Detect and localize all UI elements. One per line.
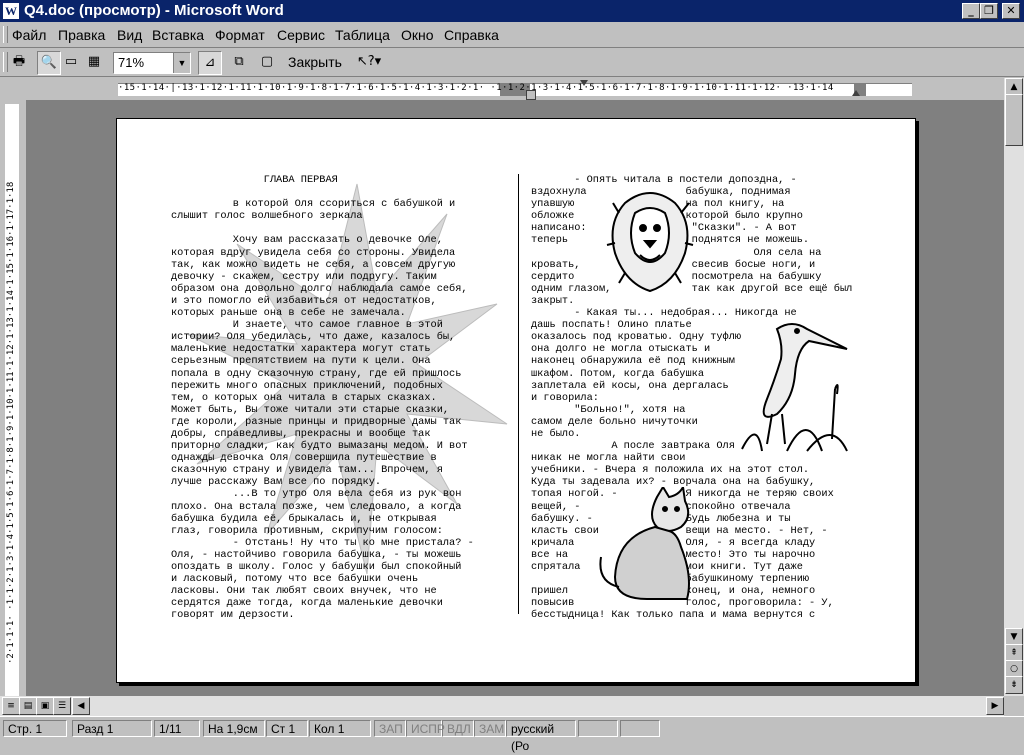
status-line[interactable]: Ст 1: [266, 720, 308, 737]
status-page[interactable]: Стр. 1: [3, 720, 67, 737]
vruler-numbers: ·2·1·1·1· ·1·1·2·1·3·1·4·1·5·1·6·1·7·1·8…: [6, 181, 16, 664]
menu-bar: Файл Правка Вид Вставка Формат Сервис Та…: [0, 22, 1024, 48]
status-position[interactable]: На 1,9см: [203, 720, 265, 737]
zoom-select[interactable]: 71% ▼: [113, 52, 191, 74]
full-screen-icon[interactable]: ▢: [256, 51, 278, 73]
status-record[interactable]: ЗАП: [374, 720, 406, 737]
preview-page[interactable]: ГЛАВА ПЕРВАЯ в которой Оля ссориться с б…: [116, 118, 916, 683]
status-extra: [620, 720, 660, 737]
horizontal-ruler[interactable]: ·15·1·14·|·13·1·12·1·11·1·10·1·9·1·8·1·7…: [118, 83, 912, 96]
menu-file[interactable]: Файл: [12, 27, 46, 43]
close-preview-button[interactable]: Закрыть: [284, 52, 346, 72]
vertical-scrollbar[interactable]: ▲ ▼ ⇞ ○ ⇟: [1004, 78, 1024, 696]
title-bar: W Q4.doc (просмотр) - Microsoft Word _ ❐…: [0, 0, 1024, 22]
indent-marker[interactable]: [526, 90, 536, 100]
menu-help[interactable]: Справка: [444, 27, 499, 43]
status-language[interactable]: русский (Ро: [506, 720, 576, 753]
menu-window[interactable]: Окно: [401, 27, 434, 43]
left-column-text: ГЛАВА ПЕРВАЯ в которой Оля ссориться с б…: [171, 174, 474, 622]
menu-edit[interactable]: Правка: [58, 27, 105, 43]
first-line-indent-marker[interactable]: [580, 80, 588, 86]
ruler-numbers: ·15·1·14·|·13·1·12·1·11·1·10·1·9·1·8·1·7…: [118, 83, 834, 93]
minimize-button[interactable]: _: [962, 3, 980, 19]
horizontal-ruler-area: ·15·1·14·|·13·1·12·1·11·1·10·1·9·1·8·1·7…: [0, 78, 1004, 100]
scroll-left-icon[interactable]: ◀: [72, 697, 90, 715]
multiple-pages-icon[interactable]: ▦: [83, 51, 105, 73]
status-extend[interactable]: ВДЛ: [442, 720, 474, 737]
menu-format[interactable]: Формат: [215, 27, 265, 43]
normal-view-icon[interactable]: ≡: [2, 697, 20, 715]
status-track-changes[interactable]: ИСПР: [406, 720, 445, 737]
status-page-count[interactable]: 1/11: [154, 720, 200, 737]
menu-grip[interactable]: [3, 26, 8, 43]
vertical-ruler[interactable]: ·2·1·1·1· ·1·1·2·1·3·1·4·1·5·1·6·1·7·1·8…: [5, 104, 19, 704]
view-ruler-icon[interactable]: ⊿: [198, 51, 222, 75]
scroll-right-icon[interactable]: ▶: [986, 697, 1004, 715]
menu-view[interactable]: Вид: [117, 27, 142, 43]
next-page-icon[interactable]: ⇟: [1005, 676, 1023, 694]
print-icon[interactable]: 🖶: [8, 51, 30, 73]
status-column[interactable]: Кол 1: [309, 720, 371, 737]
scroll-thumb[interactable]: [1005, 94, 1023, 146]
heron-illustration: [741, 323, 848, 452]
magnifier-icon[interactable]: 🔍: [37, 51, 61, 75]
status-section[interactable]: Разд 1: [72, 720, 152, 737]
lion-illustration: [606, 192, 694, 293]
menu-table[interactable]: Таблица: [335, 27, 390, 43]
one-page-icon[interactable]: ▭: [60, 51, 82, 73]
chevron-down-icon[interactable]: ▼: [173, 53, 190, 73]
cat-illustration: [599, 487, 690, 600]
column-divider: [518, 174, 519, 614]
menu-insert[interactable]: Вставка: [152, 27, 204, 43]
horizontal-scrollbar[interactable]: ≡ ▤ ▣ ☰ ◀ ▶: [0, 696, 1004, 716]
status-spelling[interactable]: [578, 720, 618, 737]
print-preview-toolbar: 🖶 🔍 ▭ ▦ 71% ▼ ⊿ ⧉ ▢ Закрыть ↖?▾: [0, 48, 1024, 77]
close-window-button[interactable]: ✕: [1002, 3, 1020, 19]
shrink-to-fit-icon[interactable]: ⧉: [228, 51, 250, 73]
zoom-value: 71%: [118, 55, 145, 70]
status-bar: Стр. 1 Разд 1 1/11 На 1,9см Ст 1 Кол 1 З…: [0, 716, 1024, 753]
status-overtype[interactable]: ЗАМ: [474, 720, 506, 737]
right-indent-marker[interactable]: [852, 90, 860, 96]
print-layout-icon[interactable]: ▣: [36, 697, 54, 715]
web-layout-icon[interactable]: ▤: [19, 697, 37, 715]
window-title: Q4.doc (просмотр) - Microsoft Word: [24, 2, 284, 19]
outline-view-icon[interactable]: ☰: [53, 697, 71, 715]
context-help-icon[interactable]: ↖?▾: [354, 51, 384, 73]
word-app-icon[interactable]: W: [3, 3, 19, 19]
restore-button[interactable]: ❐: [980, 3, 998, 19]
menu-tools[interactable]: Сервис: [277, 27, 325, 43]
